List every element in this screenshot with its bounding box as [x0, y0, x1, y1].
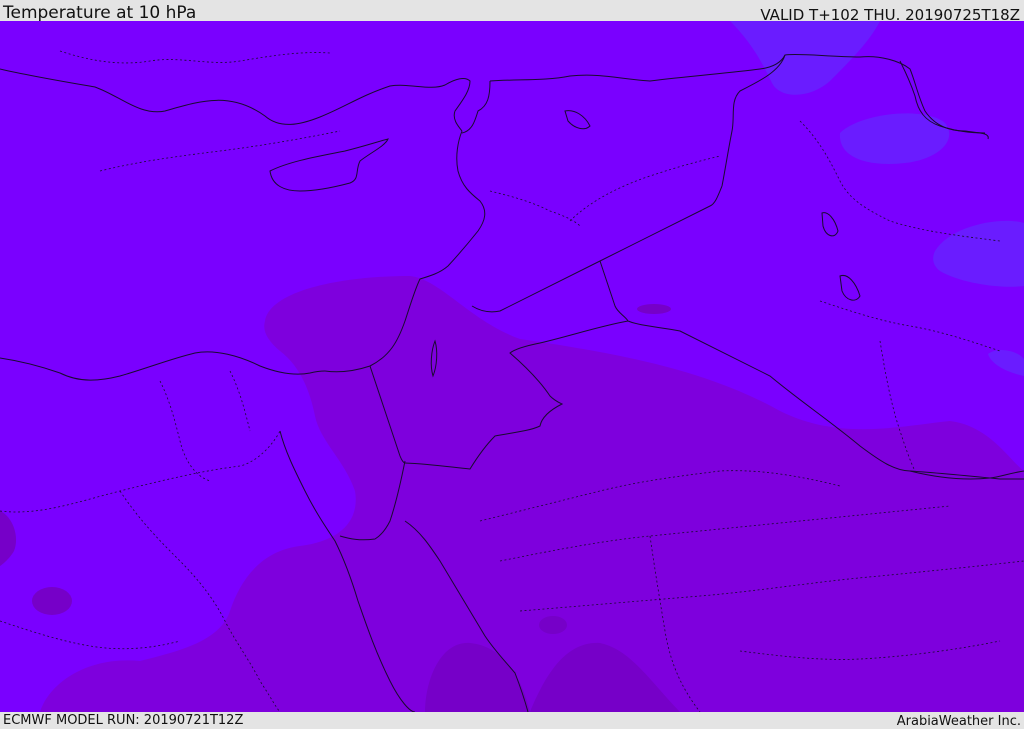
temperature-field-warmer-patch	[637, 304, 671, 314]
map-figure: Temperature at 10 hPa VALID T+102 THU. 2…	[0, 0, 1024, 729]
weather-map	[0, 21, 1024, 712]
header-bar: Temperature at 10 hPa VALID T+102 THU. 2…	[0, 0, 1024, 24]
model-run-label: ECMWF MODEL RUN: 20190721T12Z	[3, 713, 244, 728]
map-canvas	[0, 21, 1024, 712]
temperature-field-warmer-patch	[32, 587, 72, 615]
credit-label: ArabiaWeather Inc.	[896, 714, 1021, 729]
footer-bar: ECMWF MODEL RUN: 20190721T12Z ArabiaWeat…	[0, 712, 1024, 729]
temperature-field-warmer-patch	[539, 616, 567, 634]
